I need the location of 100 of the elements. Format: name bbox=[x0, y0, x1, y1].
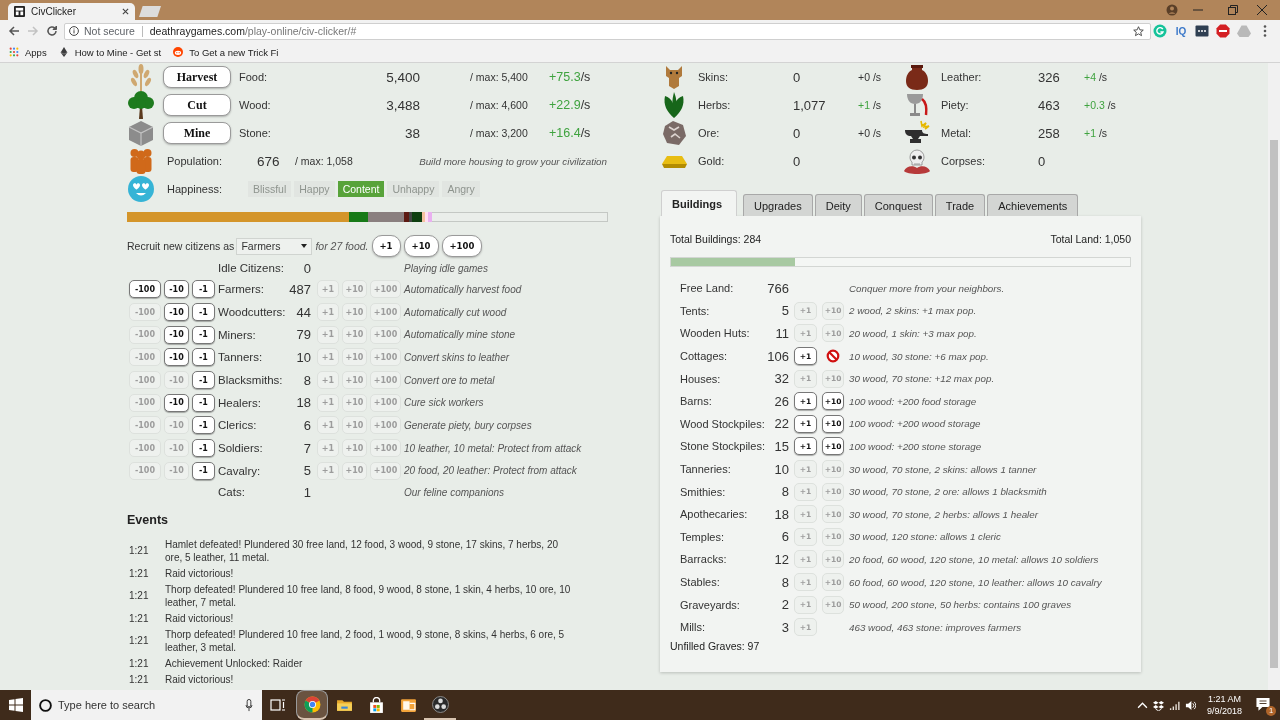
panel-tab[interactable]: Deity bbox=[814, 194, 862, 216]
decrement-button[interactable]: -100 bbox=[129, 439, 161, 458]
scrollbar[interactable] bbox=[1268, 63, 1280, 690]
increment-button[interactable]: +10 bbox=[342, 416, 367, 435]
increment-button[interactable]: +100 bbox=[370, 393, 401, 412]
bookmark-item[interactable]: How to Mine - Get st bbox=[58, 46, 162, 58]
close-icon[interactable] bbox=[1257, 5, 1267, 15]
decrement-button[interactable]: -100 bbox=[129, 348, 161, 367]
decrement-button[interactable]: -100 bbox=[129, 416, 161, 435]
reload-icon[interactable] bbox=[46, 25, 58, 37]
decrement-button[interactable]: -1 bbox=[192, 371, 215, 390]
increment-button[interactable]: +100 bbox=[370, 348, 401, 367]
increment-button[interactable]: +1 bbox=[317, 325, 339, 344]
increment-button[interactable]: +100 bbox=[370, 303, 401, 322]
increment-button[interactable]: +10 bbox=[342, 348, 367, 367]
stop-sign-icon[interactable] bbox=[1216, 24, 1230, 38]
decrement-button[interactable]: -10 bbox=[164, 393, 189, 412]
increment-button[interactable]: +10 bbox=[342, 325, 367, 344]
decrement-button[interactable]: -10 bbox=[164, 371, 189, 390]
panel-tab[interactable]: Achievements bbox=[987, 194, 1079, 216]
gather-button[interactable]: Harvest bbox=[163, 66, 231, 88]
panel-tab[interactable]: Buildings bbox=[661, 190, 737, 216]
panel-tab[interactable]: Upgrades bbox=[743, 194, 813, 216]
decrement-button[interactable]: -100 bbox=[129, 393, 161, 412]
increment-button[interactable]: +100 bbox=[370, 325, 401, 344]
increment-button[interactable]: +100 bbox=[370, 280, 401, 299]
increment-button[interactable]: +100 bbox=[370, 461, 401, 480]
increment-button[interactable]: +1 bbox=[317, 416, 339, 435]
back-icon[interactable] bbox=[8, 25, 20, 37]
extension-button[interactable]: IQ bbox=[1174, 25, 1188, 37]
restore-icon[interactable] bbox=[1228, 5, 1238, 15]
decrement-button[interactable]: -1 bbox=[192, 393, 215, 412]
decrement-button[interactable]: -10 bbox=[164, 348, 189, 367]
decrement-button[interactable]: -1 bbox=[192, 416, 215, 435]
decrement-button[interactable]: -1 bbox=[192, 348, 215, 367]
panel-tab[interactable]: Conquest bbox=[863, 194, 933, 216]
decrement-button[interactable]: -1 bbox=[192, 439, 215, 458]
browser-tab[interactable]: CivClicker bbox=[8, 3, 135, 20]
job-count: 8 bbox=[303, 372, 311, 388]
search-field[interactable]: Type here to search bbox=[58, 699, 245, 711]
decrement-button[interactable]: -10 bbox=[164, 280, 189, 299]
scrollbar-thumb[interactable] bbox=[1270, 140, 1278, 668]
increment-button[interactable]: +10 bbox=[342, 280, 367, 299]
decrement-button[interactable]: -100 bbox=[129, 325, 161, 344]
gather-button[interactable]: Mine bbox=[163, 122, 231, 144]
star-icon[interactable] bbox=[1133, 25, 1144, 37]
increment-button[interactable]: +100 bbox=[370, 416, 401, 435]
increment-button[interactable]: +1 bbox=[317, 439, 339, 458]
decrement-button[interactable]: -100 bbox=[129, 461, 161, 480]
chevron-up-icon[interactable] bbox=[1136, 699, 1148, 711]
increment-button[interactable]: +1 bbox=[317, 303, 339, 322]
decrement-button[interactable]: -1 bbox=[192, 461, 215, 480]
increment-button[interactable]: +10 bbox=[342, 371, 367, 390]
stacked-diamonds-icon[interactable] bbox=[1152, 699, 1164, 711]
address-bar[interactable]: Not secure deathraygames.com/play-online/civ-clicker/# bbox=[64, 22, 1151, 40]
microphone-icon[interactable] bbox=[245, 698, 253, 712]
decrement-button[interactable]: -1 bbox=[192, 325, 215, 344]
info-icon[interactable] bbox=[69, 26, 79, 36]
decrement-button[interactable]: -100 bbox=[129, 280, 161, 299]
gather-button[interactable]: Cut bbox=[163, 94, 231, 116]
increment-button[interactable]: +10 bbox=[342, 393, 367, 412]
decrement-button[interactable]: -10 bbox=[164, 461, 189, 480]
bookmark-item[interactable]: Apps bbox=[9, 46, 47, 58]
clock[interactable]: 1:21 AM 9/9/2018 bbox=[1206, 693, 1242, 717]
ellipsis-tile-icon[interactable] bbox=[1195, 24, 1209, 38]
search-bar[interactable]: Type here to search bbox=[31, 690, 262, 720]
speaker-icon[interactable] bbox=[1184, 699, 1196, 711]
task-view-icon[interactable] bbox=[270, 698, 286, 712]
recruit-button[interactable]: +10 bbox=[403, 235, 439, 257]
decrement-button[interactable]: -1 bbox=[192, 303, 215, 322]
bookmark-item[interactable]: To Get a new Trick Fi bbox=[173, 46, 279, 58]
panel-tab[interactable]: Trade bbox=[934, 194, 986, 216]
taskbar-app[interactable] bbox=[296, 690, 328, 720]
job-select[interactable]: Farmers bbox=[236, 237, 313, 255]
decrement-button[interactable]: -10 bbox=[164, 439, 189, 458]
decrement-button[interactable]: -10 bbox=[164, 416, 189, 435]
start-icon[interactable] bbox=[9, 698, 23, 712]
increment-button[interactable]: +1 bbox=[317, 280, 339, 299]
decrement-button[interactable]: -1 bbox=[192, 280, 215, 299]
increment-button[interactable]: +1 bbox=[317, 371, 339, 390]
increment-button[interactable]: +1 bbox=[317, 393, 339, 412]
security-indicator[interactable]: Not secure bbox=[84, 25, 135, 37]
increment-button[interactable]: +10 bbox=[342, 303, 367, 322]
increment-button[interactable]: +100 bbox=[370, 439, 401, 458]
increment-button[interactable]: +10 bbox=[342, 461, 367, 480]
decrement-button[interactable]: -10 bbox=[164, 303, 189, 322]
recruit-button[interactable]: +1 bbox=[371, 235, 401, 257]
account-icon[interactable] bbox=[1166, 4, 1178, 16]
notification-icon[interactable] bbox=[1256, 697, 1270, 711]
increment-button[interactable]: +1 bbox=[317, 461, 339, 480]
decrement-button[interactable]: -10 bbox=[164, 325, 189, 344]
decrement-button[interactable]: -100 bbox=[129, 371, 161, 390]
close-tab-icon[interactable] bbox=[122, 8, 129, 15]
recruit-button[interactable]: +100 bbox=[441, 235, 483, 257]
menu-icon[interactable] bbox=[1263, 24, 1267, 38]
increment-button[interactable]: +10 bbox=[342, 439, 367, 458]
increment-button[interactable]: +1 bbox=[317, 348, 339, 367]
increment-button[interactable]: +100 bbox=[370, 371, 401, 390]
decrement-button[interactable]: -100 bbox=[129, 303, 161, 322]
signal-bars-icon[interactable] bbox=[1168, 699, 1180, 711]
